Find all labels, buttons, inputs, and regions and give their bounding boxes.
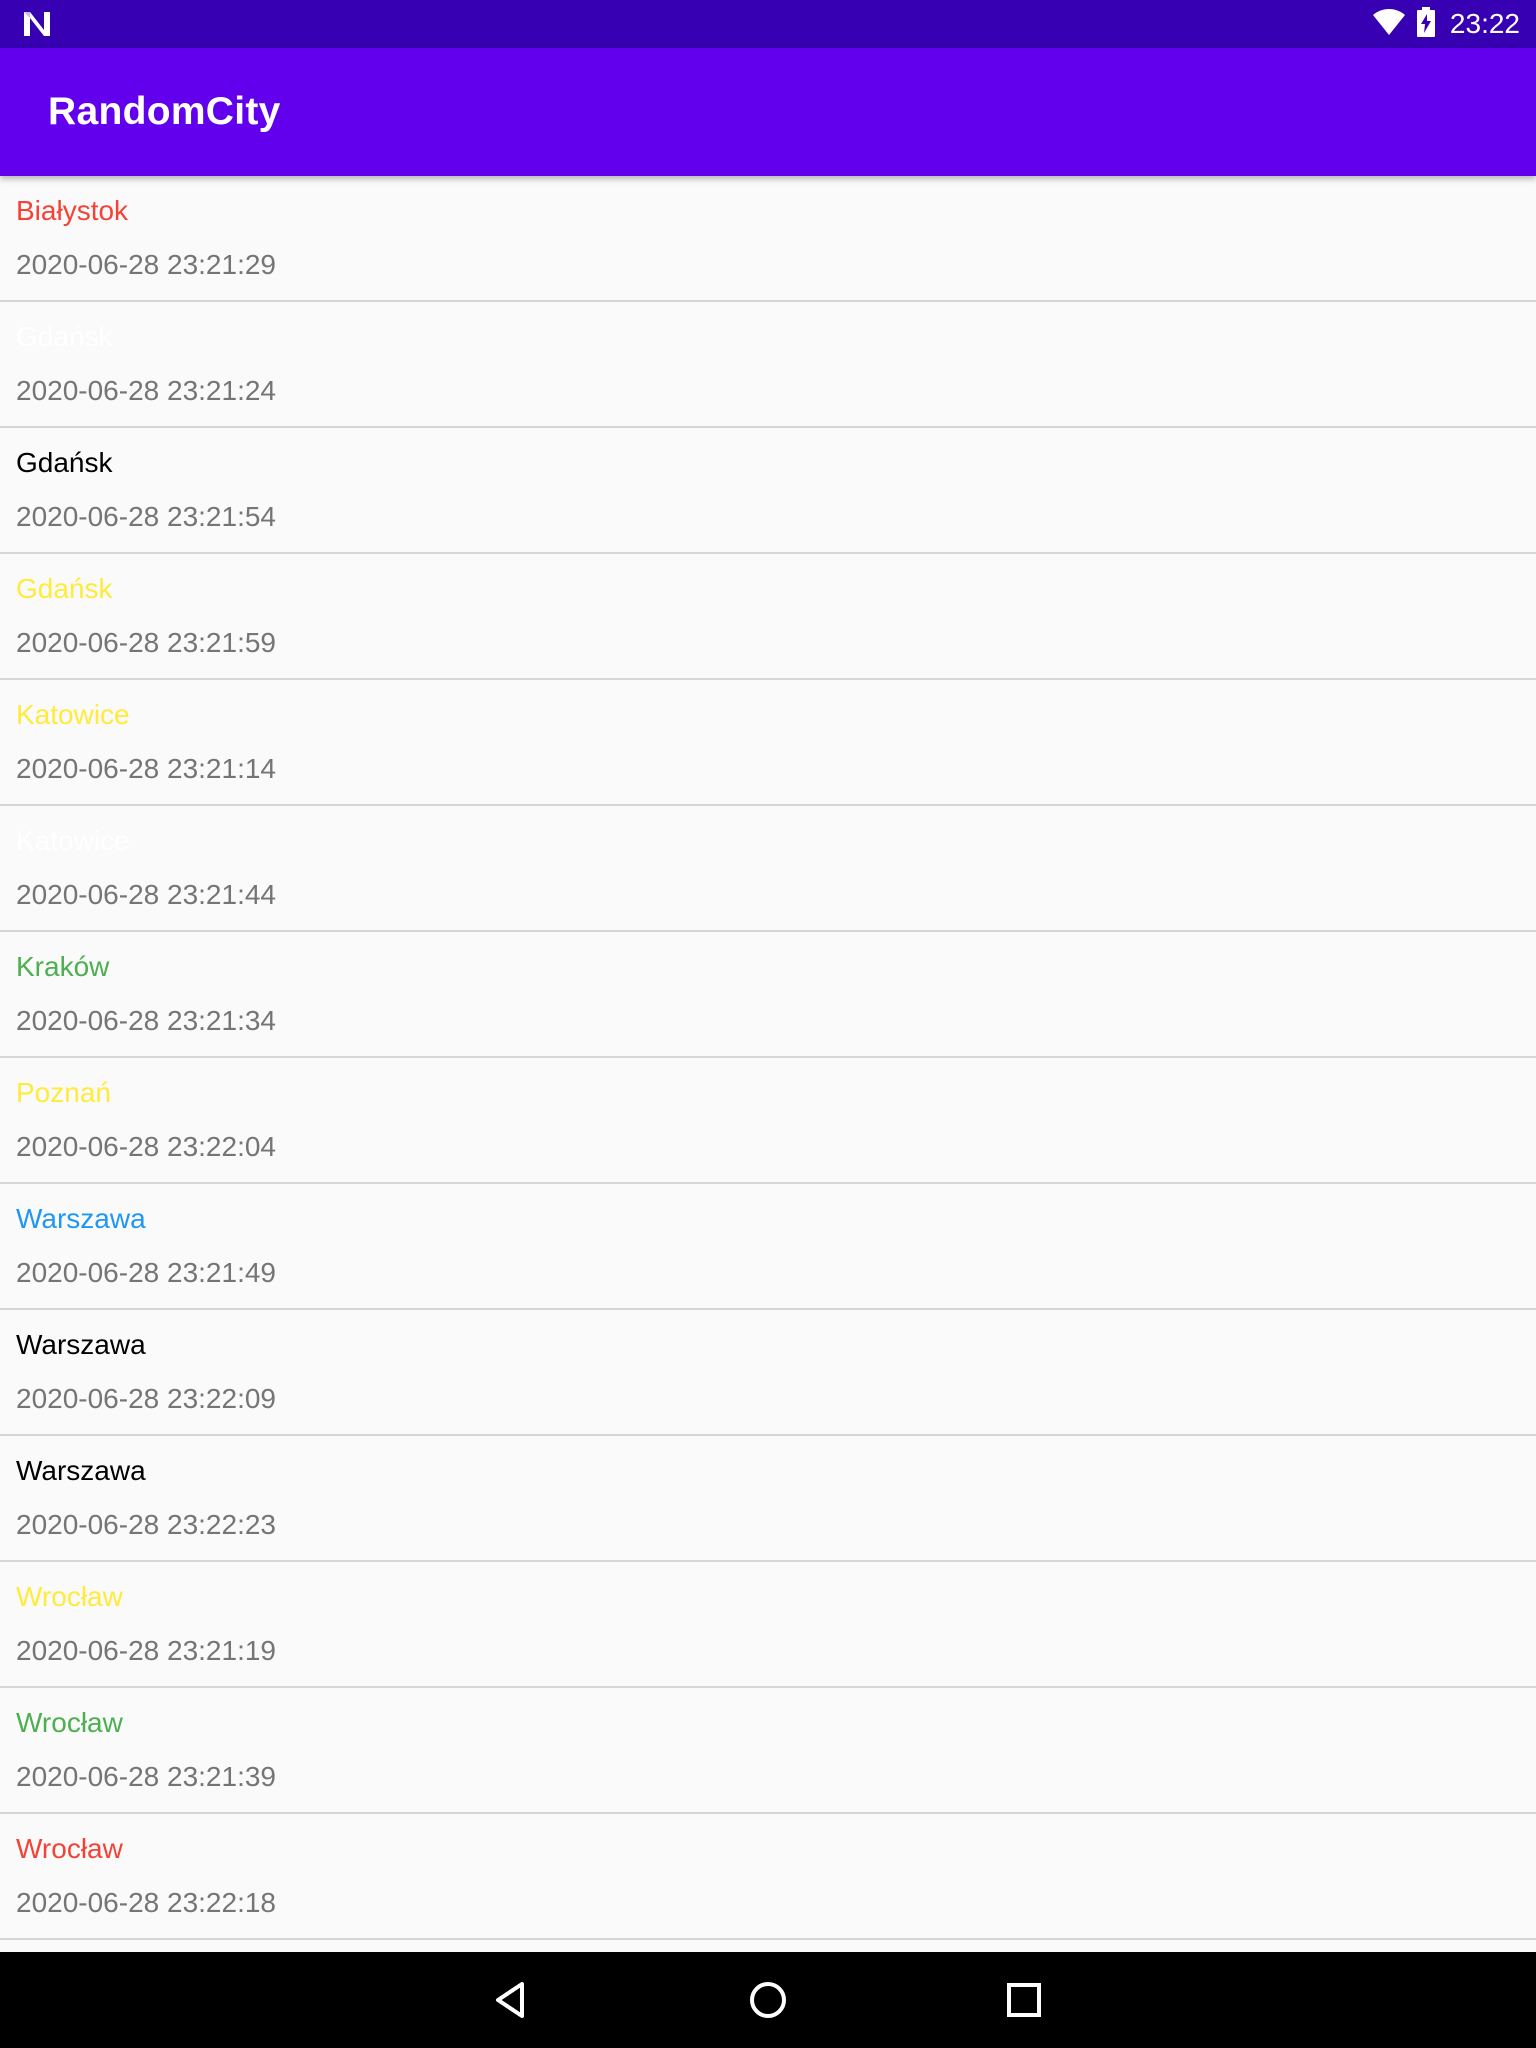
city-name: Gdańsk <box>16 447 113 478</box>
app-bar: RandomCity <box>0 48 1536 176</box>
city-name: Warszawa <box>16 1203 146 1234</box>
status-time: 23:22 <box>1449 8 1520 39</box>
city-name: Wrocław <box>16 1707 123 1738</box>
timestamp: 2020-06-28 23:21:19 <box>16 1635 276 1666</box>
list-item[interactable]: Kraków 2020-06-28 23:21:34 <box>0 932 1536 1058</box>
list-item[interactable]: Gdańsk 2020-06-28 23:21:54 <box>0 428 1536 554</box>
list-item[interactable]: Poznań 2020-06-28 23:22:04 <box>0 1058 1536 1184</box>
timestamp: 2020-06-28 23:21:39 <box>16 1761 276 1792</box>
app-title: RandomCity <box>48 90 281 133</box>
city-list[interactable]: Białystok 2020-06-28 23:21:29 Gdańsk 2020-0… <box>0 176 1536 1952</box>
timestamp: 2020-06-28 23:22:09 <box>16 1383 276 1414</box>
timestamp: 2020-06-28 23:22:04 <box>16 1131 276 1162</box>
timestamp: 2020-06-28 23:21:44 <box>16 879 276 910</box>
city-name: Kraków <box>16 951 110 982</box>
timestamp: 2020-06-28 23:21:34 <box>16 1005 276 1036</box>
list-item[interactable]: Warszawa 2020-06-28 23:21:49 <box>0 1184 1536 1310</box>
city-name: Katowice <box>16 825 130 856</box>
list-item[interactable]: Białystok 2020-06-28 23:21:29 <box>0 176 1536 302</box>
city-name: Gdańsk <box>16 573 113 604</box>
timestamp: 2020-06-28 23:22:18 <box>16 1887 276 1918</box>
navigation-bar <box>0 1952 1536 2048</box>
recents-icon <box>1007 1983 1041 2017</box>
list-item[interactable]: Warszawa 2020-06-28 23:22:09 <box>0 1310 1536 1436</box>
city-name: Gdańsk <box>16 321 113 352</box>
timestamp: 2020-06-28 23:21:59 <box>16 627 276 658</box>
list-item[interactable]: Gdańsk 2020-06-28 23:21:59 <box>0 554 1536 680</box>
list-item[interactable]: Wrocław 2020-06-28 23:21:19 <box>0 1562 1536 1688</box>
city-name: Warszawa <box>16 1329 146 1360</box>
recents-button[interactable] <box>994 1970 1054 2030</box>
timestamp: 2020-06-28 23:21:49 <box>16 1257 276 1288</box>
home-button[interactable] <box>738 1970 798 2030</box>
notification-n-icon <box>22 10 52 38</box>
city-name: Wrocław <box>16 1581 123 1612</box>
list-item[interactable]: Wrocław 2020-06-28 23:21:39 <box>0 1688 1536 1814</box>
city-name: Warszawa <box>16 1455 146 1486</box>
list-item[interactable]: Katowice 2020-06-28 23:21:44 <box>0 806 1536 932</box>
wifi-icon <box>1372 8 1406 41</box>
timestamp: 2020-06-28 23:21:29 <box>16 249 276 280</box>
city-name: Katowice <box>16 699 130 730</box>
list-item[interactable]: Gdańsk 2020-06-28 23:21:24 <box>0 302 1536 428</box>
timestamp: 2020-06-28 23:21:14 <box>16 753 276 784</box>
city-name: Białystok <box>16 195 129 226</box>
status-icons: 23:22 <box>1372 0 1520 48</box>
battery-charging-icon <box>1416 6 1436 42</box>
home-icon <box>750 1982 786 2018</box>
status-bar: 23:22 <box>0 0 1536 48</box>
timestamp: 2020-06-28 23:21:54 <box>16 501 276 532</box>
city-name: Wrocław <box>16 1833 123 1864</box>
timestamp: 2020-06-28 23:21:24 <box>16 375 276 406</box>
back-button[interactable] <box>482 1970 542 2030</box>
list-item[interactable]: Katowice 2020-06-28 23:21:14 <box>0 680 1536 806</box>
city-name: Poznań <box>16 1077 111 1108</box>
timestamp: 2020-06-28 23:22:23 <box>16 1509 276 1540</box>
back-icon <box>496 1982 524 2018</box>
list-item[interactable]: Wrocław 2020-06-28 23:22:18 <box>0 1814 1536 1940</box>
list-item[interactable]: Warszawa 2020-06-28 23:22:23 <box>0 1436 1536 1562</box>
